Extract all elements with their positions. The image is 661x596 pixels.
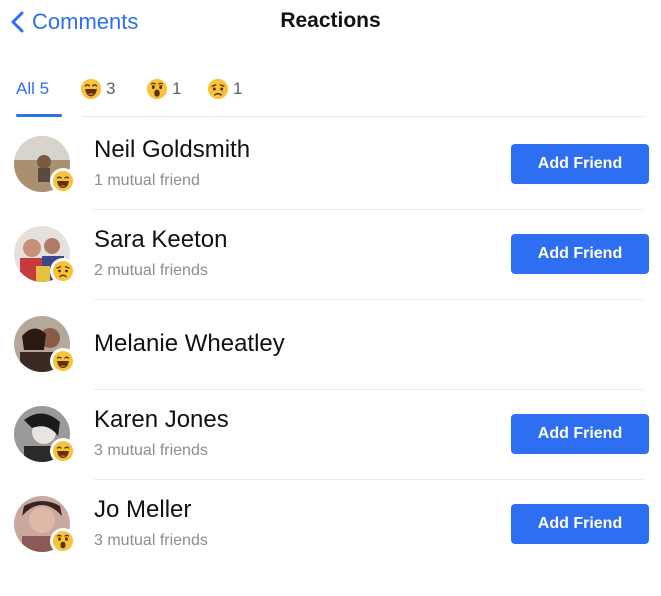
- tab-wow[interactable]: 1: [146, 70, 181, 108]
- list-item[interactable]: Melanie Wheatley: [0, 300, 661, 390]
- add-friend-button[interactable]: Add Friend: [511, 144, 649, 184]
- tab-sad[interactable]: 1: [207, 70, 242, 108]
- page-title: Reactions: [280, 9, 381, 32]
- list-item[interactable]: Karen Jones 3 mutual friends Add Friend: [0, 390, 661, 480]
- add-friend-button[interactable]: Add Friend: [511, 504, 649, 544]
- sad-reaction-icon: [50, 258, 76, 284]
- haha-emoji-icon: [80, 78, 102, 100]
- list-item[interactable]: Sara Keeton 2 mutual friends Add Friend: [0, 210, 661, 300]
- tab-all-label: All 5: [16, 79, 50, 98]
- person-name[interactable]: Neil Goldsmith: [94, 136, 250, 164]
- tabs-divider: [82, 116, 643, 117]
- wow-emoji-icon: [146, 78, 168, 100]
- navigation-bar: Comments Reactions: [0, 0, 661, 48]
- tab-all[interactable]: All 5: [16, 70, 49, 108]
- person-name[interactable]: Karen Jones: [94, 406, 229, 434]
- haha-reaction-icon: [50, 168, 76, 194]
- tab-haha-count: 3: [106, 79, 116, 98]
- add-friend-button[interactable]: Add Friend: [511, 414, 649, 454]
- mutual-friends: 2 mutual friends: [94, 262, 208, 279]
- tab-sad-count: 1: [233, 79, 243, 98]
- mutual-friends: 3 mutual friends: [94, 442, 208, 459]
- list-item[interactable]: Jo Meller 3 mutual friends Add Friend: [0, 480, 661, 570]
- reaction-tabs: All 5 3 1 1: [0, 70, 661, 118]
- person-name[interactable]: Jo Meller: [94, 496, 191, 524]
- sad-emoji-icon: [207, 78, 229, 100]
- wow-reaction-icon: [50, 528, 76, 554]
- mutual-friends: 1 mutual friend: [94, 172, 200, 189]
- list-item[interactable]: Neil Goldsmith 1 mutual friend Add Frien…: [0, 120, 661, 210]
- add-friend-button[interactable]: Add Friend: [511, 234, 649, 274]
- mutual-friends: 3 mutual friends: [94, 532, 208, 549]
- tab-wow-count: 1: [172, 79, 182, 98]
- haha-reaction-icon: [50, 348, 76, 374]
- tab-haha[interactable]: 3: [80, 70, 115, 108]
- haha-reaction-icon: [50, 438, 76, 464]
- person-name[interactable]: Melanie Wheatley: [94, 330, 285, 358]
- active-tab-indicator: [16, 114, 62, 117]
- person-name[interactable]: Sara Keeton: [94, 226, 227, 254]
